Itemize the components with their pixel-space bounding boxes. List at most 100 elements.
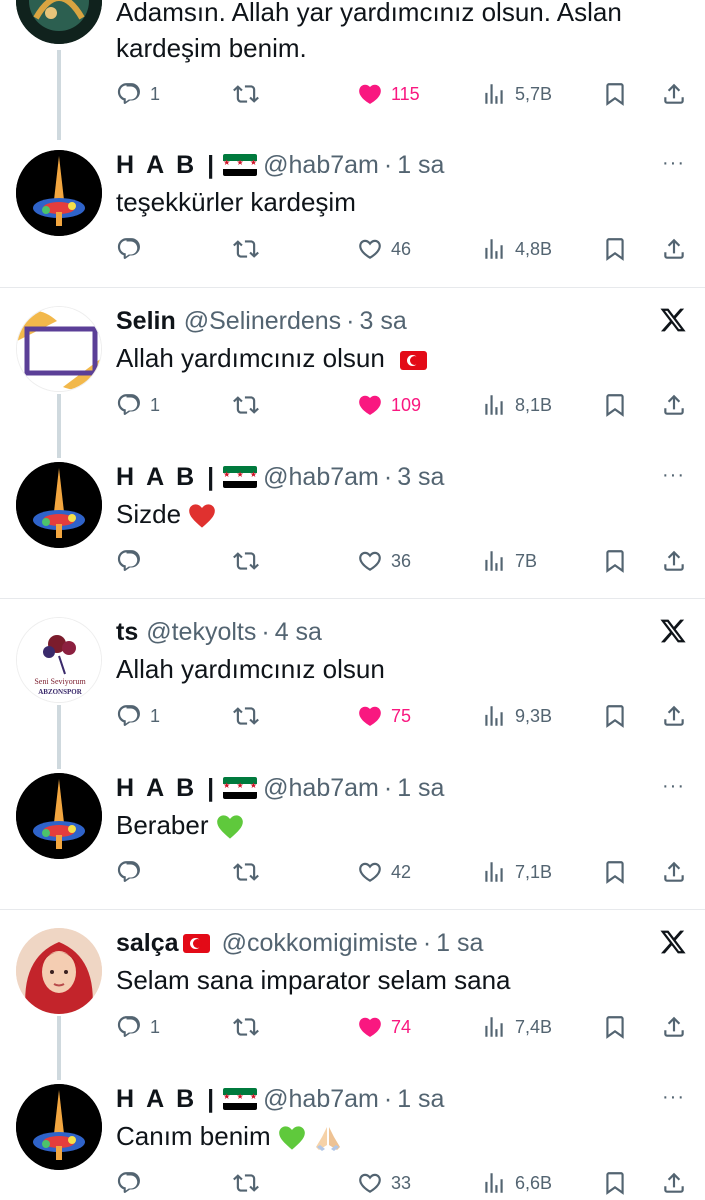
timestamp[interactable]: 1 sa	[397, 151, 444, 180]
retweet-button[interactable]	[233, 390, 259, 420]
reply-button[interactable]	[116, 857, 150, 887]
user-handle[interactable]: @hab7am	[263, 1085, 379, 1114]
user-handle[interactable]: @hab7am	[263, 151, 379, 180]
timestamp[interactable]: 3 sa	[360, 307, 407, 336]
user-handle[interactable]: @hab7am	[263, 463, 379, 492]
avatar[interactable]	[16, 773, 102, 859]
reply-button[interactable]: 1	[116, 79, 160, 109]
display-name[interactable]: Selin	[116, 307, 176, 336]
reply-button[interactable]	[116, 546, 150, 576]
reply-button[interactable]: 1	[116, 1012, 160, 1042]
like-button[interactable]: 42	[357, 857, 411, 887]
tweet-0[interactable]: Adamsın. Allah yar yardımcınız olsun. As…	[0, 0, 705, 140]
views-button[interactable]: 4,8B	[481, 234, 552, 264]
views-button[interactable]: 6,6B	[481, 1168, 552, 1198]
display-name[interactable]: salça	[116, 929, 179, 958]
like-button[interactable]: 33	[357, 1168, 411, 1198]
bookmark-icon	[606, 1016, 624, 1039]
more-icon[interactable]: ···	[662, 775, 685, 798]
share-button[interactable]	[661, 546, 687, 576]
timestamp[interactable]: 3 sa	[397, 463, 444, 492]
views-button[interactable]: 5,7B	[481, 79, 552, 109]
tweet-4[interactable]: Seni Seviyorum ABZONSPOR ts @tekyolts · …	[0, 607, 705, 769]
share-button[interactable]	[661, 79, 687, 109]
x-logo-icon[interactable]	[659, 306, 687, 334]
share-button[interactable]	[661, 1168, 687, 1198]
tweet-7[interactable]: H A B | ★ ★ ★ @hab7am · 1 sa ··· Canım b…	[0, 1074, 705, 1200]
views-button[interactable]: 7B	[481, 546, 537, 576]
timestamp[interactable]: 4 sa	[275, 618, 322, 647]
more-icon[interactable]: ···	[662, 152, 685, 175]
avatar[interactable]	[16, 928, 102, 1014]
bookmark-button[interactable]	[602, 79, 628, 109]
tweet-5[interactable]: H A B | ★ ★ ★ @hab7am · 1 sa ··· Beraber…	[0, 763, 705, 909]
like-button[interactable]: 36	[357, 546, 411, 576]
reply-icon	[117, 238, 140, 259]
tweet-header: H A B | ★ ★ ★ @hab7am · 1 sa	[116, 147, 655, 183]
views-button[interactable]: 9,3B	[481, 701, 552, 731]
bookmark-button[interactable]	[602, 701, 628, 731]
like-button[interactable]: 46	[357, 234, 411, 264]
display-name[interactable]: H A B |	[116, 1085, 217, 1114]
user-handle[interactable]: @tekyolts	[146, 618, 256, 647]
retweet-button[interactable]	[233, 546, 259, 576]
retweet-button[interactable]	[233, 1168, 259, 1198]
avatar[interactable]	[16, 1084, 102, 1170]
display-name[interactable]: H A B |	[116, 463, 217, 492]
views-button[interactable]: 7,4B	[481, 1012, 552, 1042]
like-button[interactable]: 115	[357, 79, 420, 109]
share-button[interactable]	[661, 701, 687, 731]
display-name[interactable]: ts	[116, 618, 138, 647]
retweet-button[interactable]	[233, 234, 259, 264]
avatar[interactable]	[16, 462, 102, 548]
retweet-button[interactable]	[233, 79, 259, 109]
tweet-2[interactable]: Selin @Selinerdens · 3 sa Allah yardımcı…	[0, 296, 705, 458]
user-handle[interactable]: @hab7am	[263, 774, 379, 803]
timestamp[interactable]: 1 sa	[436, 929, 483, 958]
timestamp[interactable]: 1 sa	[397, 1085, 444, 1114]
bookmark-button[interactable]	[602, 1168, 628, 1198]
user-handle[interactable]: @Selinerdens	[184, 307, 341, 336]
views-button[interactable]: 8,1B	[481, 390, 552, 420]
reply-button[interactable]	[116, 1168, 150, 1198]
like-button[interactable]: 75	[357, 701, 411, 731]
avatar[interactable]: Seni Seviyorum ABZONSPOR	[16, 617, 102, 703]
display-name[interactable]: H A B |	[116, 774, 217, 803]
bookmark-button[interactable]	[602, 390, 628, 420]
reply-button[interactable]: 1	[116, 701, 160, 731]
share-button[interactable]	[661, 1012, 687, 1042]
retweet-button[interactable]	[233, 701, 259, 731]
share-button[interactable]	[661, 390, 687, 420]
tweet-1[interactable]: H A B | ★ ★ ★ @hab7am · 1 sa ··· teşekkü…	[0, 140, 705, 286]
share-button[interactable]	[661, 234, 687, 264]
avatar[interactable]	[16, 0, 102, 44]
more-icon[interactable]: ···	[662, 464, 685, 487]
tweet-6[interactable]: salça @cokkomigimiste · 1 sa Selam sana …	[0, 918, 705, 1080]
share-button[interactable]	[661, 857, 687, 887]
avatar[interactable]	[16, 150, 102, 236]
user-handle[interactable]: @cokkomigimiste	[222, 929, 418, 958]
reply-button[interactable]	[116, 234, 150, 264]
bookmark-icon	[606, 1172, 624, 1195]
avatar[interactable]	[16, 306, 102, 392]
retweet-button[interactable]	[233, 1012, 259, 1042]
retweet-button[interactable]	[233, 857, 259, 887]
reply-button[interactable]: 1	[116, 390, 160, 420]
avatar-image	[17, 307, 101, 391]
x-logo-icon[interactable]	[659, 617, 687, 645]
like-button[interactable]: 109	[357, 390, 421, 420]
like-count: 46	[391, 238, 412, 259]
like-button[interactable]: 74	[357, 1012, 411, 1042]
more-icon[interactable]: ···	[662, 1086, 685, 1109]
bookmark-button[interactable]	[602, 857, 628, 887]
views-button[interactable]: 7,1B	[481, 857, 552, 887]
display-name[interactable]: H A B |	[116, 151, 217, 180]
bookmark-button[interactable]	[602, 546, 628, 576]
turkey-flag-icon	[182, 933, 210, 953]
timestamp[interactable]: 1 sa	[397, 774, 444, 803]
bookmark-button[interactable]	[602, 234, 628, 264]
tweet-3[interactable]: H A B | ★ ★ ★ @hab7am · 3 sa ··· Sizde 3…	[0, 452, 705, 598]
bookmark-button[interactable]	[602, 1012, 628, 1042]
x-logo-icon[interactable]	[659, 928, 687, 956]
syria-flag-icon: ★ ★ ★	[223, 154, 258, 176]
